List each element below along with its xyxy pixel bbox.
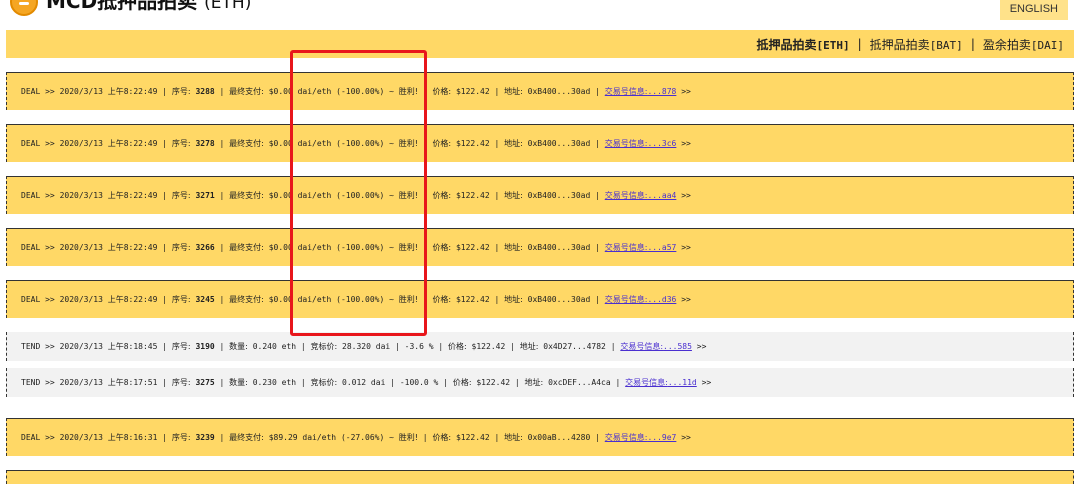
amount: 0.240 eth: [252, 342, 297, 351]
pay-percent: (-100.00%): [336, 295, 385, 304]
event-type: DEAL: [21, 87, 41, 96]
price: $122.42: [455, 139, 490, 148]
pay-percent: (-100.00%): [336, 87, 385, 96]
final-pay: $0.00 dai/eth: [268, 243, 332, 252]
tx-info-link[interactable]: 交易号信息:...11d: [625, 377, 697, 388]
price: $122.42: [455, 295, 490, 304]
address: 0xB400...30ad: [527, 295, 591, 304]
event-type: DEAL: [21, 295, 41, 304]
event-type: DEAL: [21, 191, 41, 200]
price: $122.42: [455, 191, 490, 200]
pay-percent: (-100.00%): [336, 243, 385, 252]
tx-info-link[interactable]: 交易号信息:...a57: [605, 242, 677, 253]
event-time: 2020/3/13 上午8:22:49: [59, 87, 158, 96]
pay-percent: (-100.00%): [336, 139, 385, 148]
address: 0x4D27...4782: [543, 342, 606, 351]
nav-link-eth-collateral[interactable]: 抵押品拍卖[ETH]: [756, 36, 849, 53]
price: $122.42: [476, 378, 511, 387]
event-row-tend: TEND >> 2020/3/13 上午8:18:45 | 序号: 3190 |…: [6, 332, 1074, 361]
event-time: 2020/3/13 上午8:22:49: [59, 191, 158, 200]
event-time: 2020/3/13 上午8:22:49: [59, 139, 158, 148]
event-seq: 3190: [195, 342, 215, 351]
final-pay: $0.00 dai/eth: [268, 295, 332, 304]
event-seq: 3288: [195, 87, 215, 96]
event-seq: 3245: [195, 295, 215, 304]
event-time: 2020/3/13 上午8:16:31: [59, 433, 158, 442]
nav-separator: |: [857, 37, 862, 51]
tx-info-link[interactable]: 交易号信息:...585: [620, 341, 692, 352]
tx-info-link[interactable]: 交易号信息:...878: [605, 86, 677, 97]
final-pay: $0.00 dai/eth: [268, 191, 332, 200]
page-header: MCD抵押品拍卖 (ETH) ENGLISH: [0, 0, 1080, 26]
price: $122.42: [455, 433, 490, 442]
event-row-deal-partial: [6, 470, 1074, 484]
event-type: TEND: [21, 342, 41, 351]
event-type: DEAL: [21, 433, 41, 442]
address: 0x00aB...4280: [527, 433, 591, 442]
event-seq: 3239: [195, 433, 215, 442]
page-title: MCD抵押品拍卖 (ETH): [46, 0, 252, 13]
event-seq: 3266: [195, 243, 215, 252]
address: 0xB400...30ad: [527, 87, 591, 96]
address: 0xcDEF...A4ca: [548, 378, 611, 387]
tx-info-link[interactable]: 交易号信息:...3c6: [605, 138, 677, 149]
event-time: 2020/3/13 上午8:17:51: [59, 378, 158, 387]
event-type: TEND: [21, 378, 41, 387]
price: $122.42: [471, 342, 506, 351]
address: 0xB400...30ad: [527, 139, 591, 148]
address: 0xB400...30ad: [527, 191, 591, 200]
bid-price: 0.012 dai: [342, 378, 386, 387]
bid-percent: -3.6 %: [404, 342, 434, 351]
pay-percent: (-27.06%): [340, 433, 385, 442]
bid-price: 28.320 dai: [342, 342, 391, 351]
final-pay: $0.00 dai/eth: [268, 139, 332, 148]
event-row-tend: TEND >> 2020/3/13 上午8:17:51 | 序号: 3275 |…: [6, 368, 1074, 397]
final-pay: $89.29 dai/eth: [268, 433, 337, 442]
event-row-deal: DEAL >> 2020/3/13 上午8:22:49 | 序号: 3245 |…: [6, 280, 1074, 318]
event-row-deal: DEAL >> 2020/3/13 上午8:22:49 | 序号: 3266 |…: [6, 228, 1074, 266]
address: 0xB400...30ad: [527, 243, 591, 252]
event-seq: 3271: [195, 191, 215, 200]
event-row-deal: DEAL >> 2020/3/13 上午8:22:49 | 序号: 3288 |…: [6, 72, 1074, 110]
tx-info-link[interactable]: 交易号信息:...9e7: [605, 432, 677, 443]
event-time: 2020/3/13 上午8:22:49: [59, 295, 158, 304]
nav-separator: |: [970, 37, 975, 51]
event-seq: 3278: [195, 139, 215, 148]
tx-info-link[interactable]: 交易号信息:...d36: [605, 294, 677, 305]
event-row-deal: DEAL >> 2020/3/13 上午8:16:31 | 序号: 3239 |…: [6, 418, 1074, 456]
nav-link-bat-collateral[interactable]: 抵押品拍卖[BAT]: [870, 36, 963, 53]
nav-link-dai-surplus[interactable]: 盈余拍卖[DAI]: [983, 36, 1064, 53]
final-pay: $0.00 dai/eth: [268, 87, 332, 96]
price: $122.42: [455, 87, 490, 96]
price: $122.42: [455, 243, 490, 252]
amount: 0.230 eth: [252, 378, 297, 387]
maker-logo-icon: [10, 0, 38, 16]
event-row-deal: DEAL >> 2020/3/13 上午8:22:49 | 序号: 3271 |…: [6, 176, 1074, 214]
event-row-deal: DEAL >> 2020/3/13 上午8:22:49 | 序号: 3278 |…: [6, 124, 1074, 162]
language-toggle-button[interactable]: ENGLISH: [999, 0, 1068, 20]
event-time: 2020/3/13 上午8:18:45: [59, 342, 158, 351]
event-type: DEAL: [21, 139, 41, 148]
tx-info-link[interactable]: 交易号信息:...aa4: [605, 190, 677, 201]
auction-nav: 抵押品拍卖[ETH] | 抵押品拍卖[BAT] | 盈余拍卖[DAI]: [6, 30, 1074, 58]
event-time: 2020/3/13 上午8:22:49: [59, 243, 158, 252]
brand: MCD抵押品拍卖 (ETH): [10, 0, 251, 16]
bid-percent: -100.0 %: [399, 378, 439, 387]
pay-percent: (-100.00%): [336, 191, 385, 200]
event-type: DEAL: [21, 243, 41, 252]
event-seq: 3275: [195, 378, 215, 387]
